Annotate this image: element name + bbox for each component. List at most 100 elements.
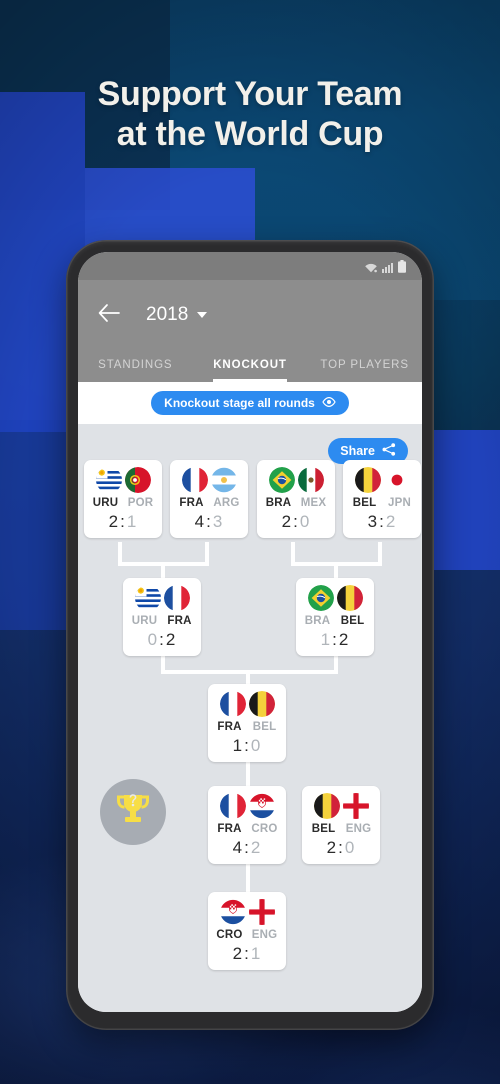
score-away: 0: [250, 736, 262, 755]
score-home: 3: [367, 512, 379, 531]
score-away: 2: [250, 838, 262, 857]
back-button[interactable]: [96, 302, 122, 328]
match-card[interactable]: CRO ENG 2:1: [208, 892, 286, 970]
match-card[interactable]: BEL JPN 3:2: [343, 460, 421, 538]
team-code-home: BEL: [311, 823, 336, 835]
match-card[interactable]: BRA BEL 1:2: [296, 578, 374, 656]
match-score: 2:1: [232, 944, 262, 963]
score-home: 1: [232, 736, 244, 755]
share-icon: [382, 443, 396, 459]
season-selector[interactable]: 2018: [146, 304, 208, 326]
score-away: 1: [126, 512, 138, 531]
tab-standings[interactable]: STANDINGS: [78, 359, 193, 382]
share-label: Share: [340, 444, 375, 458]
match-card-final[interactable]: FRA CRO 4:2: [208, 786, 286, 864]
team-code-home: BEL: [352, 497, 377, 509]
match-codes: FRA ARG: [174, 497, 244, 509]
score-away: 3: [212, 512, 224, 531]
match-flags: [212, 899, 282, 925]
match-codes: URU POR: [88, 497, 158, 509]
match-score: 2:0: [326, 838, 356, 857]
team-code-away: BEL: [340, 615, 365, 627]
score-home: 4: [232, 838, 244, 857]
flag-eng: [342, 793, 369, 819]
team-code-away: ENG: [251, 929, 278, 941]
score-away: 2: [165, 630, 177, 649]
team-code-home: BRA: [304, 615, 331, 627]
match-card[interactable]: FRA BEL 1:0: [208, 684, 286, 762]
season-label: 2018: [146, 304, 189, 325]
match-codes: BEL JPN: [347, 497, 417, 509]
score-away: 2: [338, 630, 350, 649]
match-codes: CRO ENG: [212, 929, 282, 941]
flag-bel: [336, 585, 363, 611]
team-code-home: FRA: [179, 497, 204, 509]
flag-fra: [219, 793, 246, 819]
match-flags: [306, 793, 376, 819]
app-bar: 2018 STANDINGS KNOCKOUT TOP PLAYERS: [78, 280, 422, 382]
team-code-away: BEL: [252, 721, 277, 733]
flag-eng: [248, 899, 275, 925]
flag-bel: [354, 467, 381, 493]
match-codes: BRA MEX: [261, 497, 331, 509]
match-codes: BEL ENG: [306, 823, 376, 835]
back-arrow-icon: [98, 303, 120, 327]
score-away: 2: [385, 512, 397, 531]
tab-knockout[interactable]: KNOCKOUT: [193, 359, 308, 382]
match-card[interactable]: BRA MEX 2:0: [257, 460, 335, 538]
signal-bars-icon: [382, 262, 394, 273]
team-code-away: POR: [127, 497, 154, 509]
match-score: 1:0: [232, 736, 262, 755]
match-codes: FRA CRO: [212, 823, 282, 835]
match-score: 0:2: [147, 630, 177, 649]
team-code-home: URU: [131, 615, 158, 627]
match-score: 4:2: [232, 838, 262, 857]
knockout-rounds-button[interactable]: Knockout stage all rounds: [151, 391, 349, 415]
phone-screen: 2018 STANDINGS KNOCKOUT TOP PLAYERS Knoc…: [78, 252, 422, 1012]
match-card-third-place[interactable]: BEL ENG 2:0: [302, 786, 380, 864]
flag-cro: [248, 793, 275, 819]
score-home: 4: [194, 512, 206, 531]
headline-line-1: Support Your Team: [97, 75, 403, 113]
match-score: 4:3: [194, 512, 224, 531]
team-code-home: CRO: [216, 929, 243, 941]
match-score: 2:0: [281, 512, 311, 531]
trophy-icon: [113, 791, 153, 834]
match-codes: URU FRA: [127, 615, 197, 627]
team-code-home: FRA: [217, 823, 242, 835]
match-card[interactable]: URU POR 2:1: [84, 460, 162, 538]
chevron-down-icon: [197, 312, 208, 318]
score-home: 2: [281, 512, 293, 531]
flag-bel: [313, 793, 340, 819]
match-score: 1:2: [320, 630, 350, 649]
status-bar: [78, 252, 422, 280]
flag-bra: [307, 585, 334, 611]
match-card[interactable]: FRA ARG 4:3: [170, 460, 248, 538]
flag-fra: [219, 691, 246, 717]
match-codes: FRA BEL: [212, 721, 282, 733]
flag-jpn: [383, 467, 410, 493]
match-card[interactable]: URU FRA 0:2: [123, 578, 201, 656]
match-flags: [300, 585, 370, 611]
flag-uru: [134, 585, 161, 611]
flag-por: [124, 467, 151, 493]
team-code-away: ARG: [213, 497, 240, 509]
flag-bra: [268, 467, 295, 493]
match-score: 3:2: [367, 512, 397, 531]
flag-cro: [219, 899, 246, 925]
match-score: 2:1: [108, 512, 138, 531]
battery-icon: [398, 259, 406, 273]
score-home: 2: [232, 944, 244, 963]
score-home: 0: [147, 630, 159, 649]
score-away: 0: [344, 838, 356, 857]
flag-mex: [297, 467, 324, 493]
headline-line-2: at the World Cup: [116, 115, 384, 154]
team-code-home: FRA: [217, 721, 242, 733]
tab-top-players[interactable]: TOP PLAYERS: [307, 359, 422, 382]
score-home: 2: [326, 838, 338, 857]
flag-fra: [181, 467, 208, 493]
score-away: 0: [299, 512, 311, 531]
team-code-away: FRA: [167, 615, 192, 627]
wifi-icon: [364, 262, 378, 273]
match-flags: [212, 793, 282, 819]
